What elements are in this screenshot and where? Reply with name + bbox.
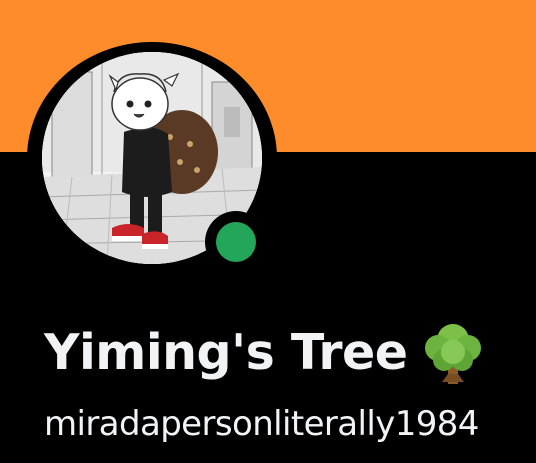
deciduous-tree-icon xyxy=(422,320,484,386)
display-name: Yiming's Tree xyxy=(44,324,408,381)
username: miradapersonliterally1984 xyxy=(44,404,479,444)
online-status-icon xyxy=(216,222,256,262)
profile-card: Yiming's Tree miradapersonliterally1984 xyxy=(0,0,536,463)
display-name-row: Yiming's Tree xyxy=(44,318,484,388)
